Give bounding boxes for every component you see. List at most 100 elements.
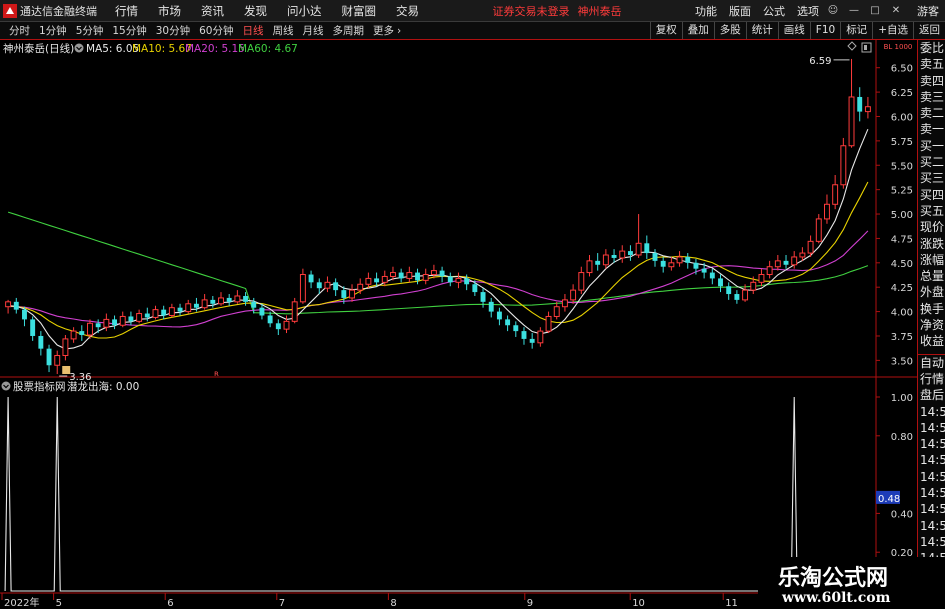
menu-item-options[interactable]: 选项	[797, 3, 819, 19]
candle-body	[668, 262, 675, 268]
period-tab[interactable]: 1分钟	[39, 23, 67, 38]
maximize-icon[interactable]: □	[868, 4, 882, 18]
indicator-source: 股票指标网	[13, 380, 66, 393]
overlay-button[interactable]: 叠加	[681, 22, 714, 39]
guest-label[interactable]: 游客	[917, 3, 939, 19]
adjust-button[interactable]: 复权	[649, 22, 682, 39]
period-tab-daily[interactable]: 日线	[243, 23, 264, 38]
tick-item: 14:50	[920, 404, 945, 419]
ma60-label: MA60: 4.67	[238, 43, 298, 55]
candle-body	[496, 311, 502, 320]
candle	[726, 282, 732, 300]
candle-body	[693, 262, 699, 269]
period-tab[interactable]: 60分钟	[199, 23, 233, 38]
menu-item-wealth-circle[interactable]: 财富圈	[342, 3, 377, 19]
candle-body	[652, 253, 658, 261]
menu-item-layout[interactable]: 版面	[729, 3, 751, 19]
candle	[251, 297, 257, 314]
candle-body	[513, 325, 519, 332]
menu-item-news[interactable]: 资讯	[201, 3, 224, 19]
mark-button[interactable]: 标记	[840, 22, 872, 39]
price-tick-label: 4.75	[891, 234, 913, 245]
watermark: 乐淘公式网 www.60lt.com	[758, 557, 945, 609]
ma20-label: MA20: 5.15	[185, 43, 245, 55]
f10-button[interactable]: F10	[809, 22, 840, 39]
candle	[95, 319, 101, 334]
menu-item-discover[interactable]: 发现	[244, 3, 267, 19]
candle-body	[128, 316, 134, 322]
collapse-icon[interactable]	[74, 43, 84, 53]
menu-item-formula[interactable]: 公式	[763, 3, 785, 19]
period-tab[interactable]: 多周期	[333, 23, 365, 38]
minimize-icon[interactable]: —	[847, 4, 861, 18]
candle	[488, 297, 494, 318]
tick-item[interactable]: 盘后	[918, 387, 945, 403]
period-tab[interactable]: 分时	[9, 23, 30, 38]
candle-body	[406, 272, 413, 279]
event-marker-icon	[62, 366, 71, 374]
trade-login-status[interactable]: 证券交易未登录	[493, 3, 570, 19]
sub-collapse-icon[interactable]	[1, 381, 11, 391]
candle-body	[283, 320, 290, 330]
candle-body	[472, 284, 478, 293]
candle-body	[553, 306, 560, 317]
candle	[62, 335, 69, 361]
close-icon[interactable]: ✕	[889, 4, 903, 18]
candle-body	[136, 313, 143, 322]
tick-item[interactable]: 行情	[918, 371, 945, 387]
multi-stock-button[interactable]: 多股	[713, 22, 746, 39]
candle	[79, 325, 85, 341]
candle	[275, 319, 281, 336]
quote-item-label: 净资	[920, 318, 945, 333]
candle-body	[521, 331, 527, 339]
user-icon[interactable]: ☺	[826, 4, 840, 18]
candle	[627, 245, 633, 261]
candle-body	[807, 240, 814, 254]
period-tab[interactable]: 月线	[303, 23, 324, 38]
price-tick-label: 5.25	[891, 186, 913, 197]
window-toggle-icon[interactable]	[861, 42, 872, 53]
candle-body	[357, 283, 364, 291]
candle	[602, 249, 609, 269]
candle-body	[381, 275, 388, 283]
statistics-button[interactable]: 统计	[745, 22, 778, 39]
menu-item-ask[interactable]: 问小达	[287, 3, 322, 19]
candle	[46, 344, 52, 373]
candle	[529, 333, 535, 349]
kline-chart[interactable]: 神州泰岳(日线) MA5: 6.05 MA10: 5.67 MA20: 5.15…	[0, 40, 917, 609]
candle-body	[308, 274, 314, 283]
menu-item-quotes[interactable]: 行情	[115, 3, 138, 19]
quote-item-label: 委比	[920, 41, 945, 55]
menu-item-trade[interactable]: 交易	[396, 3, 419, 19]
candle	[324, 276, 331, 293]
candle-body	[430, 270, 437, 276]
split-marker-icon: ʀ	[214, 369, 219, 378]
period-tab-more[interactable]: 更多	[373, 23, 394, 38]
candle	[201, 294, 208, 310]
candle-body	[447, 276, 453, 283]
candle-body	[415, 272, 420, 281]
candle	[718, 274, 723, 293]
period-tab[interactable]: 5分钟	[76, 23, 104, 38]
candle	[521, 327, 527, 345]
add-watchlist-button[interactable]: +自选	[872, 22, 913, 39]
candle	[505, 315, 511, 332]
candle	[112, 315, 118, 330]
draw-line-button[interactable]: 画线	[777, 22, 810, 39]
candle-body	[324, 281, 331, 289]
settings-icon[interactable]	[847, 41, 857, 51]
price-tick-label: 4.50	[891, 259, 913, 270]
chevron-right-icon[interactable]: ›	[397, 25, 401, 37]
back-button[interactable]: 返回	[913, 22, 945, 39]
quote-item-label: 换手	[920, 301, 945, 316]
period-tab[interactable]: 周线	[273, 23, 294, 38]
candle-body	[799, 252, 806, 258]
candle-body	[537, 330, 544, 344]
menu-item-market[interactable]: 市场	[158, 3, 181, 19]
price-annotations: 6.593.36 ʀ	[59, 56, 850, 383]
period-tab[interactable]: 30分钟	[156, 23, 190, 38]
candle	[70, 327, 77, 343]
tick-item[interactable]: 自动	[918, 355, 945, 371]
period-tab[interactable]: 15分钟	[112, 23, 146, 38]
menu-item-function[interactable]: 功能	[695, 3, 717, 19]
